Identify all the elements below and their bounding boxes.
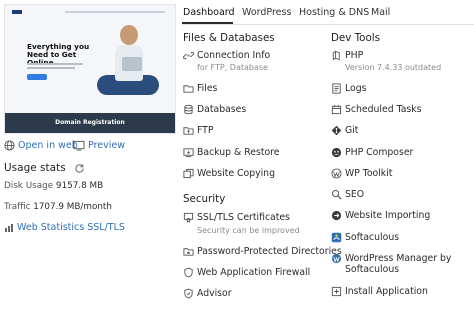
php-label: PHP xyxy=(345,50,364,61)
usage-stats-title: Usage stats xyxy=(4,162,85,174)
install-application-label: Install Application xyxy=(345,286,428,297)
preview-logo xyxy=(12,10,22,14)
preview-footer-label: Domain Registration xyxy=(55,119,125,126)
refresh-icon[interactable] xyxy=(74,163,85,174)
website-copying-label: Website Copying xyxy=(197,168,275,179)
tab-wordpress[interactable]: WordPress xyxy=(242,7,291,18)
ssl-tls-subtitle: Security can be improved xyxy=(197,226,300,235)
preview-person-head xyxy=(120,25,138,45)
wp-toolkit-icon xyxy=(331,168,342,179)
connection-info-label: Connection Info xyxy=(197,50,271,61)
install-icon xyxy=(331,286,342,297)
disk-usage-stat: Disk Usage 9157.8 MB xyxy=(4,181,103,191)
ssl-icon xyxy=(183,212,194,223)
php-version-text: Version 7.4.33 xyxy=(345,63,403,72)
wordpress-manager-label-line2: Softaculous xyxy=(345,264,400,275)
tab-dashboard[interactable]: Dashboard xyxy=(183,7,235,18)
ssl-tls-label: SSL/TLS Certificates xyxy=(197,212,290,223)
ftp-folder-icon xyxy=(183,127,194,135)
tab-hosting-dns[interactable]: Hosting & DNS xyxy=(299,7,369,18)
open-in-web-label: Open in web xyxy=(18,140,78,151)
disk-usage-label: Disk Usage xyxy=(4,181,54,191)
calendar-icon xyxy=(331,105,342,115)
logs-icon xyxy=(332,83,341,94)
lock-folder-icon xyxy=(183,248,194,256)
wordpress-manager-label: WordPress Manager by xyxy=(345,253,452,264)
scheduled-tasks-label: Scheduled Tasks xyxy=(345,104,422,115)
traffic-stat: Traffic 1707.9 MB/month xyxy=(4,202,112,212)
preview-label: Preview xyxy=(88,140,126,151)
folder-icon xyxy=(183,85,194,93)
advisor-label: Advisor xyxy=(197,288,232,299)
git-label: Git xyxy=(345,125,359,136)
security-title: Security xyxy=(183,193,226,205)
connection-info-subtitle: for FTP, Database xyxy=(197,63,268,72)
chart-icon xyxy=(5,223,13,232)
preview-text-line xyxy=(27,67,75,69)
web-application-firewall-label: Web Application Firewall xyxy=(197,267,311,278)
dev-tools-title: Dev Tools xyxy=(331,32,380,44)
php-composer-label: PHP Composer xyxy=(345,147,414,158)
softaculous-icon xyxy=(331,232,342,243)
seo-label: SEO xyxy=(345,189,365,200)
backup-icon xyxy=(183,148,194,158)
php-version: Version 7.4.33 outdated xyxy=(345,63,441,72)
open-in-web-link[interactable]: Open in web xyxy=(4,140,78,151)
seo-icon xyxy=(331,189,342,200)
composer-icon xyxy=(331,147,342,158)
globe-icon xyxy=(4,140,15,151)
database-icon xyxy=(184,104,193,115)
wp-toolkit-label: WP Toolkit xyxy=(345,168,393,179)
logs-label: Logs xyxy=(345,83,367,94)
password-protected-directories-label: Password-Protected Directories xyxy=(197,246,342,257)
advisor-icon xyxy=(184,288,193,299)
traffic-label: Traffic xyxy=(4,202,31,212)
git-icon xyxy=(331,125,342,136)
tabs-divider xyxy=(182,24,474,25)
preview-laptop xyxy=(122,57,142,71)
web-statistics-label: Web Statistics SSL/TLS xyxy=(17,222,125,233)
preview-cta-button xyxy=(27,74,47,80)
connection-icon xyxy=(183,51,194,60)
preview-link[interactable]: Preview xyxy=(73,140,125,151)
files-label: Files xyxy=(197,83,218,94)
import-icon xyxy=(331,210,342,221)
website-preview-thumbnail[interactable]: Everything you Need to Get Online. Domai… xyxy=(4,4,176,134)
databases-label: Databases xyxy=(197,104,247,115)
web-statistics-link[interactable]: Web Statistics SSL/TLS xyxy=(4,222,125,233)
disk-usage-value: 9157.8 MB xyxy=(55,181,104,191)
preview-nav xyxy=(65,11,165,13)
traffic-value: 1707.9 MB/month xyxy=(33,202,112,212)
preview-text-line xyxy=(27,63,83,65)
copy-icon xyxy=(183,168,194,179)
usage-stats-title-text: Usage stats xyxy=(4,162,66,174)
ftp-label: FTP xyxy=(197,125,214,136)
preview-icon xyxy=(73,140,85,151)
backup-restore-label: Backup & Restore xyxy=(197,147,280,158)
tab-mail[interactable]: Mail xyxy=(371,7,390,18)
softaculous-label: Softaculous xyxy=(345,232,400,243)
php-icon xyxy=(332,50,340,61)
firewall-icon xyxy=(184,267,193,278)
wordpress-icon xyxy=(331,253,342,264)
files-databases-title: Files & Databases xyxy=(183,32,275,44)
php-outdated-badge: outdated xyxy=(404,63,442,72)
website-importing-label: Website Importing xyxy=(345,210,431,221)
